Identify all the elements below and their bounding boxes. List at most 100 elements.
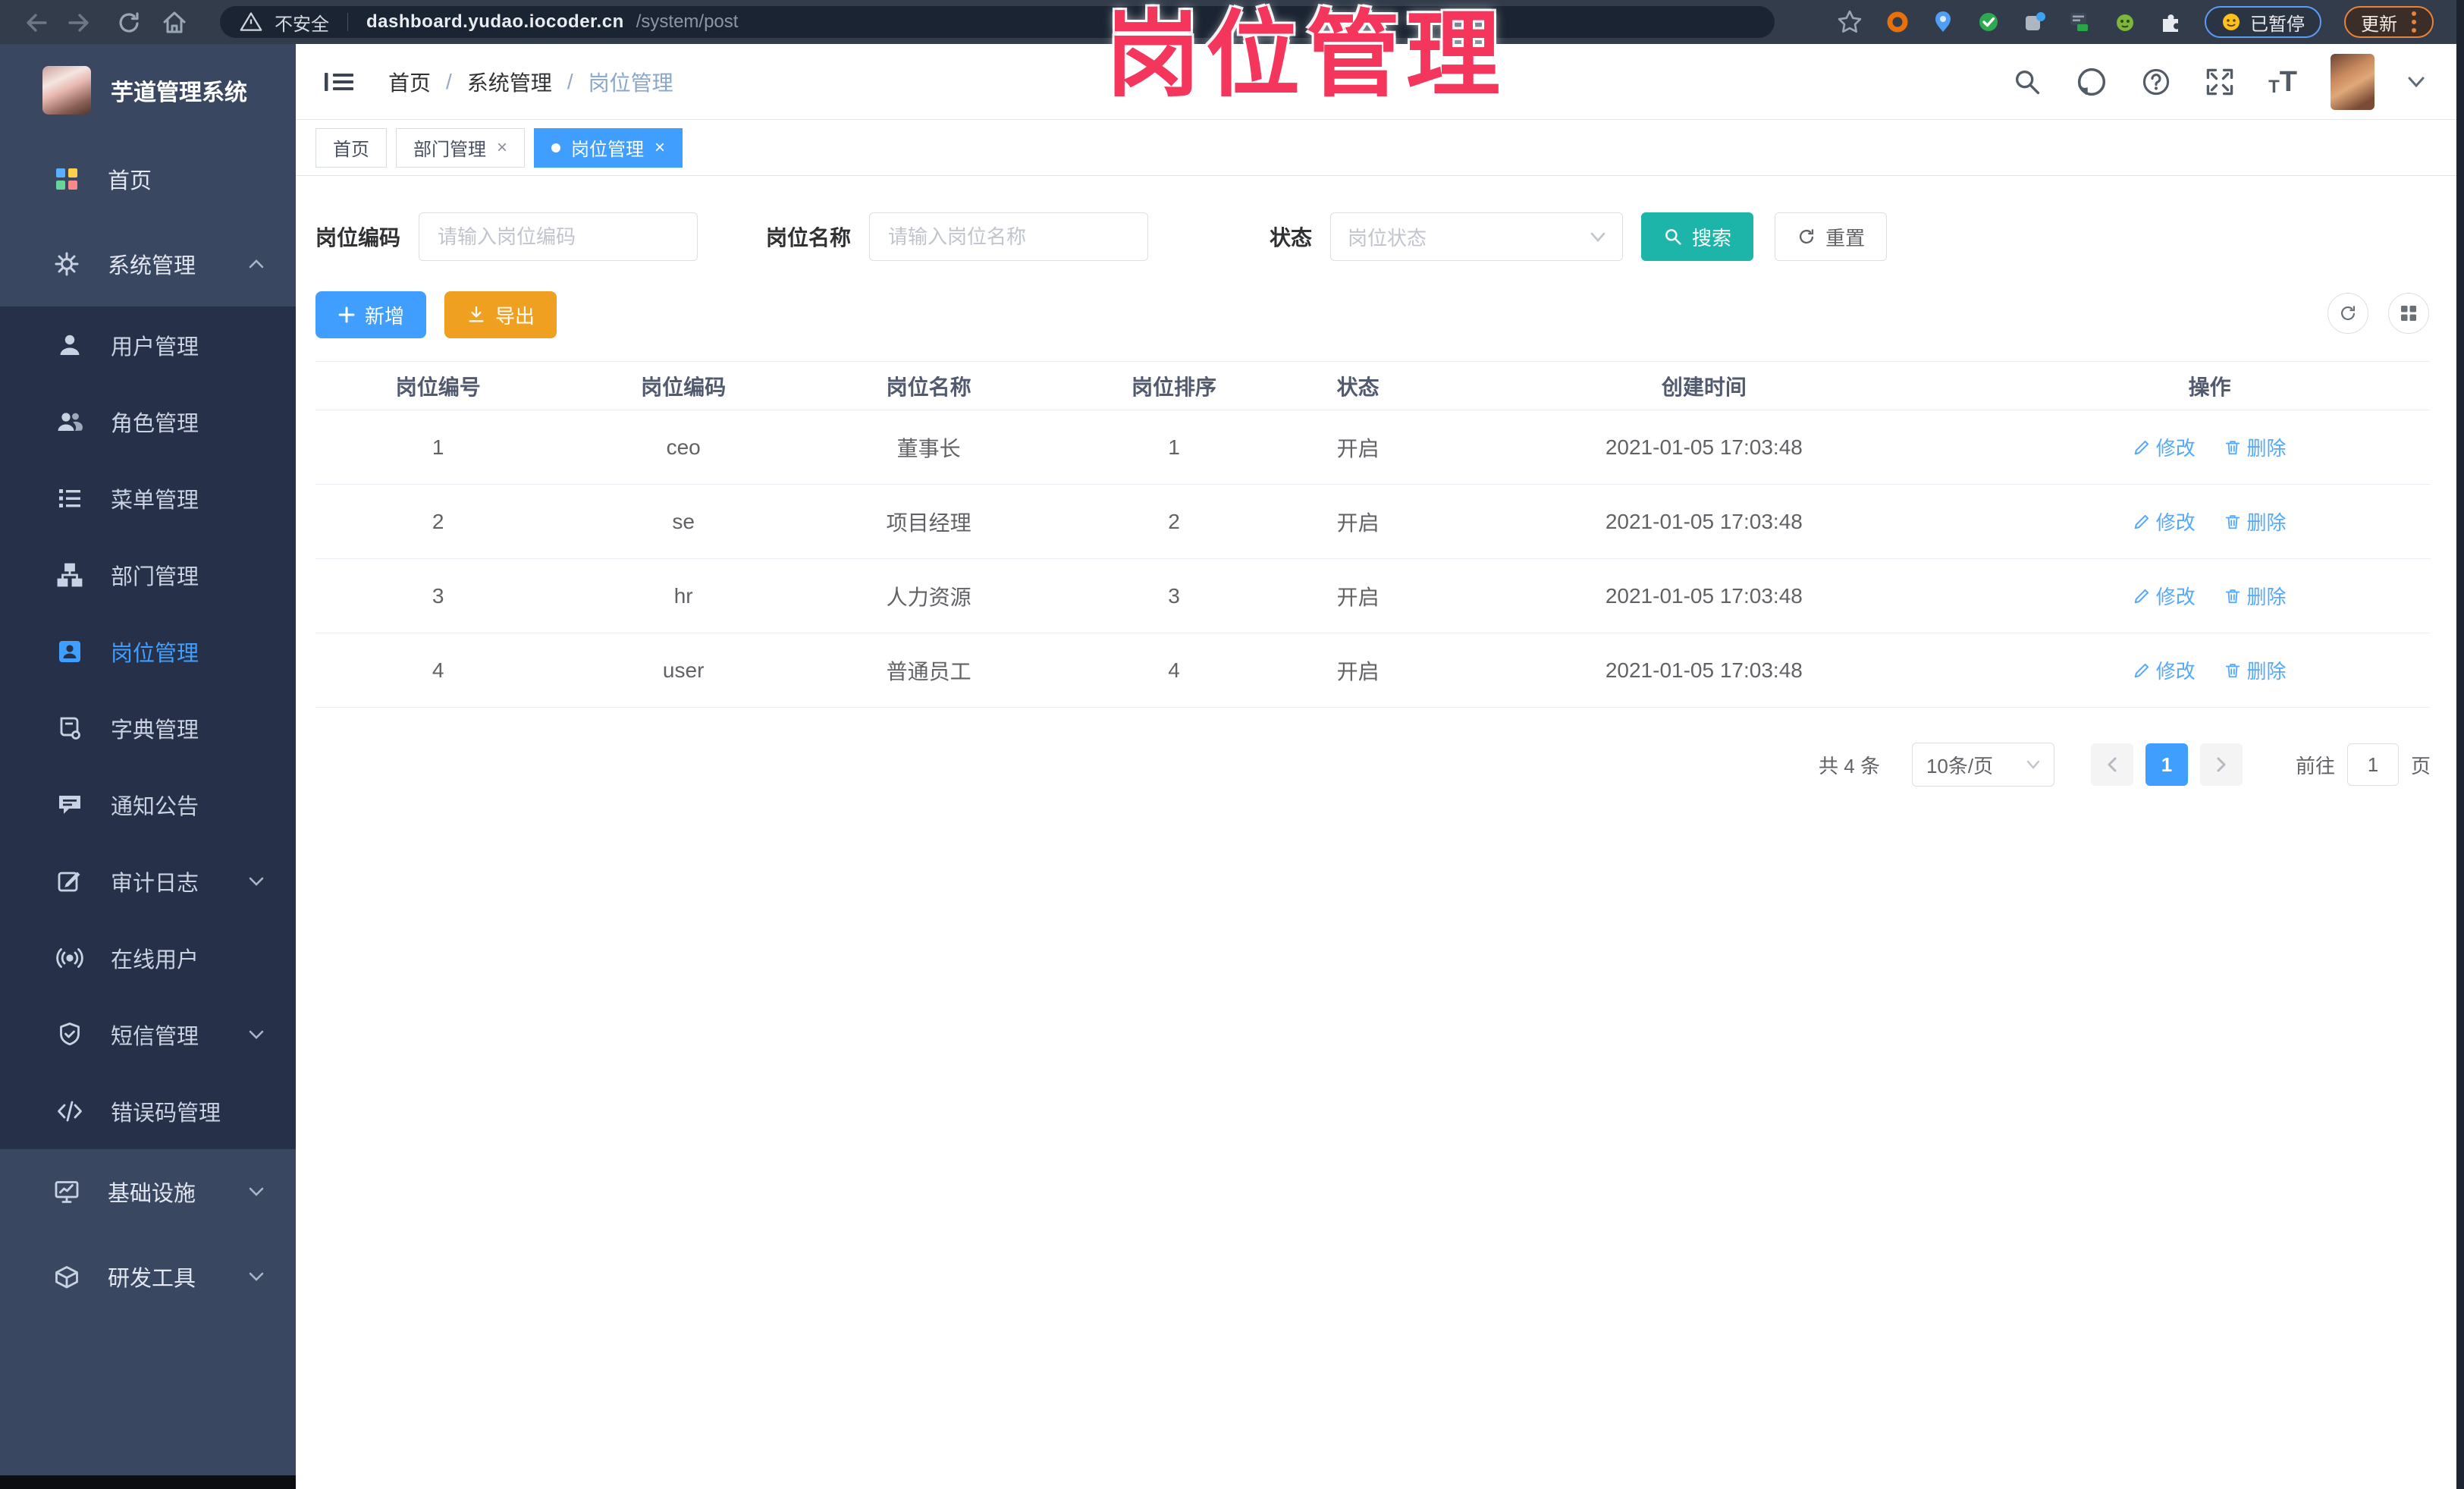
search-icon[interactable] — [2012, 67, 2042, 97]
delete-link[interactable]: 删除 — [2224, 507, 2287, 536]
page-size-select[interactable]: 10条/页 — [1911, 743, 2054, 787]
sidebar-item-audit-log[interactable]: 审计日志 — [0, 843, 296, 919]
reset-button[interactable]: 重置 — [1775, 212, 1888, 261]
table-row: 3 hr 人力资源 3 开启 2021-01-05 17:03:48 修改 删除 — [315, 558, 2431, 633]
chevron-down-icon — [247, 1271, 265, 1283]
monitor-icon — [53, 1178, 80, 1205]
user-avatar[interactable] — [2331, 53, 2375, 110]
address-bar[interactable]: 不安全 dashboard.yudao.iocoder.cn/system/po… — [220, 6, 1775, 38]
annotation-overlay-title: 岗位管理 — [1106, 3, 1507, 108]
announcement-icon — [56, 791, 83, 818]
extension-grid-icon[interactable] — [2023, 11, 2045, 33]
edit-link[interactable]: 修改 — [2133, 507, 2196, 536]
edit-link[interactable]: 修改 — [2133, 582, 2196, 610]
gear-icon — [53, 250, 80, 278]
extensions-puzzle-icon[interactable] — [2159, 11, 2182, 33]
help-icon[interactable] — [2141, 67, 2171, 97]
add-button[interactable]: 新增 — [315, 291, 427, 338]
sidebar-item-users[interactable]: 用户管理 — [0, 306, 296, 383]
update-button[interactable]: 更新 — [2344, 6, 2434, 38]
reload-icon[interactable] — [115, 9, 143, 36]
extension-donut-icon[interactable] — [1886, 11, 1909, 33]
edit-link[interactable]: 修改 — [2133, 433, 2196, 461]
sms-shield-icon — [56, 1021, 83, 1048]
delete-link[interactable]: 删除 — [2224, 656, 2287, 684]
post-code-input[interactable] — [419, 212, 698, 261]
breadcrumb-system[interactable]: 系统管理 — [467, 67, 552, 97]
extension-pin-icon[interactable] — [1932, 11, 1954, 33]
filter-label-code: 岗位编码 — [315, 226, 401, 250]
select-caret-icon — [2026, 760, 2040, 769]
sidebar-item-notices[interactable]: 通知公告 — [0, 766, 296, 843]
tab-posts[interactable]: 岗位管理 × — [534, 127, 683, 168]
sidebar-item-system[interactable]: 系统管理 — [0, 221, 296, 306]
tab-departments[interactable]: 部门管理 × — [396, 127, 526, 168]
sidebar-item-menus[interactable]: 菜单管理 — [0, 460, 296, 536]
home-icon[interactable] — [161, 9, 188, 36]
forward-icon[interactable] — [65, 9, 93, 36]
extension-tag-icon[interactable] — [2068, 11, 2091, 33]
column-settings-button[interactable] — [2388, 293, 2429, 334]
sidebar: 芋道管理系统 首页 系统管理 用户管理 角色管理 菜单管理 部门管理 岗位管理 … — [0, 44, 296, 1475]
post-name-input[interactable] — [869, 212, 1149, 261]
paused-badge[interactable]: 已暂停 — [2205, 6, 2321, 38]
search-button[interactable]: 搜索 — [1641, 212, 1754, 261]
delete-link[interactable]: 删除 — [2224, 582, 2287, 610]
sidebar-item-online-users[interactable]: 在线用户 — [0, 919, 296, 996]
warning-icon — [240, 11, 262, 33]
user-icon — [56, 331, 83, 359]
app-logo-row[interactable]: 芋道管理系统 — [0, 44, 296, 137]
sidebar-collapse-icon[interactable] — [323, 68, 355, 96]
url-path: /system/post — [636, 11, 739, 32]
fullscreen-icon[interactable] — [2205, 67, 2235, 97]
extension-check-icon[interactable] — [1977, 11, 2000, 33]
window-scrollbar[interactable] — [2456, 0, 2464, 1489]
filter-label-name: 岗位名称 — [766, 226, 852, 250]
pencil-icon — [2134, 663, 2149, 677]
close-icon[interactable]: × — [497, 138, 507, 157]
font-size-icon[interactable]: TT — [2268, 68, 2297, 96]
sidebar-item-sms[interactable]: 短信管理 — [0, 996, 296, 1073]
refresh-icon — [2341, 306, 2356, 321]
table-row: 2 se 项目经理 2 开启 2021-01-05 17:03:48 修改 删除 — [315, 484, 2431, 559]
delete-link[interactable]: 删除 — [2224, 433, 2287, 461]
refresh-icon — [1800, 229, 1814, 244]
refresh-table-button[interactable] — [2327, 293, 2368, 334]
sidebar-item-error-codes[interactable]: 错误码管理 — [0, 1073, 296, 1149]
goto-page-input[interactable] — [2346, 743, 2399, 786]
sidebar-item-roles[interactable]: 角色管理 — [0, 383, 296, 460]
next-page-button[interactable] — [2199, 743, 2243, 786]
download-icon — [469, 306, 484, 322]
main-panel: 首页 / 系统管理 / 岗位管理 TT 首页 部门管理 × 岗位管理 × 岗位编… — [296, 44, 2464, 1489]
bookmark-star-icon[interactable] — [1836, 8, 1863, 36]
sidebar-item-home[interactable]: 首页 — [0, 137, 296, 221]
posts-table: 岗位编号 岗位编码 岗位名称 岗位排序 状态 创建时间 操作 1 ceo 董事长 — [315, 361, 2431, 708]
trash-icon — [2225, 663, 2240, 677]
active-tab-dot — [551, 143, 561, 152]
back-icon[interactable] — [23, 9, 50, 36]
sidebar-item-posts[interactable]: 岗位管理 — [0, 613, 296, 690]
table-row: 4 user 普通员工 4 开启 2021-01-05 17:03:48 修改 … — [315, 633, 2431, 708]
export-button[interactable]: 导出 — [444, 291, 557, 338]
smiley-icon — [2223, 14, 2240, 30]
plus-icon — [338, 306, 355, 323]
github-icon[interactable] — [2076, 66, 2108, 98]
caret-down-icon[interactable] — [2408, 77, 2425, 87]
sidebar-item-dev-tools[interactable]: 研发工具 — [0, 1234, 296, 1319]
edit-link[interactable]: 修改 — [2133, 656, 2196, 684]
dashboard-icon — [53, 165, 80, 193]
table-header-row: 岗位编号 岗位编码 岗位名称 岗位排序 状态 创建时间 操作 — [315, 361, 2431, 410]
sidebar-item-infrastructure[interactable]: 基础设施 — [0, 1149, 296, 1234]
sidebar-item-dict[interactable]: 字典管理 — [0, 690, 296, 766]
status-select[interactable]: 岗位状态 — [1330, 212, 1624, 261]
chevron-right-icon — [2217, 757, 2226, 772]
sidebar-item-departments[interactable]: 部门管理 — [0, 536, 296, 613]
prev-page-button[interactable] — [2090, 743, 2133, 786]
current-page-button[interactable]: 1 — [2145, 743, 2188, 786]
tab-home[interactable]: 首页 — [315, 127, 387, 168]
pagination: 共 4 条 10条/页 1 前往 页 — [315, 743, 2431, 787]
close-icon[interactable]: × — [654, 138, 665, 157]
security-label: 不安全 — [275, 14, 329, 35]
breadcrumb-home[interactable]: 首页 — [388, 67, 431, 97]
extension-creature-icon[interactable] — [2114, 11, 2136, 33]
